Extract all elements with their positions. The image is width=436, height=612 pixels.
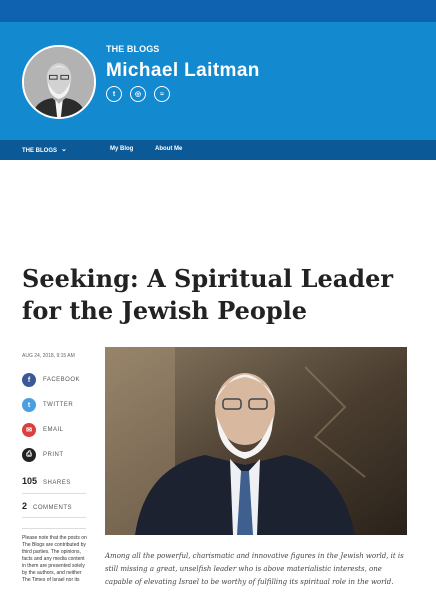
- author-social-links: t ◎ ≈: [106, 86, 170, 102]
- author-name[interactable]: Michael Laitman: [106, 60, 260, 82]
- blog-nav: THE BLOGS ⌄ My Blog About Me: [0, 140, 436, 160]
- share-twitter[interactable]: t TWITTER: [22, 398, 73, 412]
- shares-label: SHARES: [43, 480, 71, 486]
- divider: [22, 528, 86, 529]
- shares-count: 105 SHARES: [22, 476, 71, 486]
- shares-number: 105: [22, 476, 38, 486]
- share-print[interactable]: ⎙ PRINT: [22, 448, 64, 462]
- print-icon: ⎙: [22, 448, 36, 462]
- article-date: AUG 24, 2018, 9:15 AM: [22, 353, 75, 359]
- blogs-kicker[interactable]: THE BLOGS: [106, 44, 159, 54]
- share-print-label: PRINT: [43, 452, 64, 458]
- comments-number: 2: [22, 501, 28, 511]
- nav-link-about-me[interactable]: About Me: [155, 146, 182, 152]
- chevron-down-icon: ⌄: [61, 146, 67, 153]
- comments-label: COMMENTS: [33, 505, 73, 511]
- blogs-disclaimer: Please note that the posts on The Blogs …: [22, 535, 87, 583]
- share-twitter-label: TWITTER: [43, 402, 74, 408]
- divider: [22, 517, 86, 518]
- photo-caption: Among all the powerful, charismatic and …: [105, 552, 404, 586]
- nav-link-my-blog[interactable]: My Blog: [110, 146, 133, 152]
- rss-icon[interactable]: ≈: [154, 86, 170, 102]
- blogs-dropdown-label: THE BLOGS: [22, 148, 58, 154]
- article-title: Seeking: A Spiritual Leader for the Jewi…: [22, 264, 393, 325]
- share-email[interactable]: ✉ EMAIL: [22, 423, 64, 437]
- article-photo: [105, 347, 407, 535]
- share-email-label: EMAIL: [43, 427, 64, 433]
- blog-header: THE BLOGS Michael Laitman t ◎ ≈: [0, 22, 436, 140]
- comments-link[interactable]: 2 COMMENTS: [22, 501, 72, 511]
- twitter-icon[interactable]: t: [106, 86, 122, 102]
- facebook-icon: f: [22, 373, 36, 387]
- email-icon: ✉: [22, 423, 36, 437]
- top-strip: [0, 0, 436, 22]
- divider: [22, 493, 86, 494]
- share-facebook-label: FACEBOOK: [43, 377, 81, 383]
- author-avatar[interactable]: [22, 45, 96, 119]
- website-icon[interactable]: ◎: [130, 86, 146, 102]
- blogs-dropdown[interactable]: THE BLOGS ⌄: [22, 146, 67, 154]
- share-facebook[interactable]: f FACEBOOK: [22, 373, 80, 387]
- twitter-bird-icon: t: [22, 398, 36, 412]
